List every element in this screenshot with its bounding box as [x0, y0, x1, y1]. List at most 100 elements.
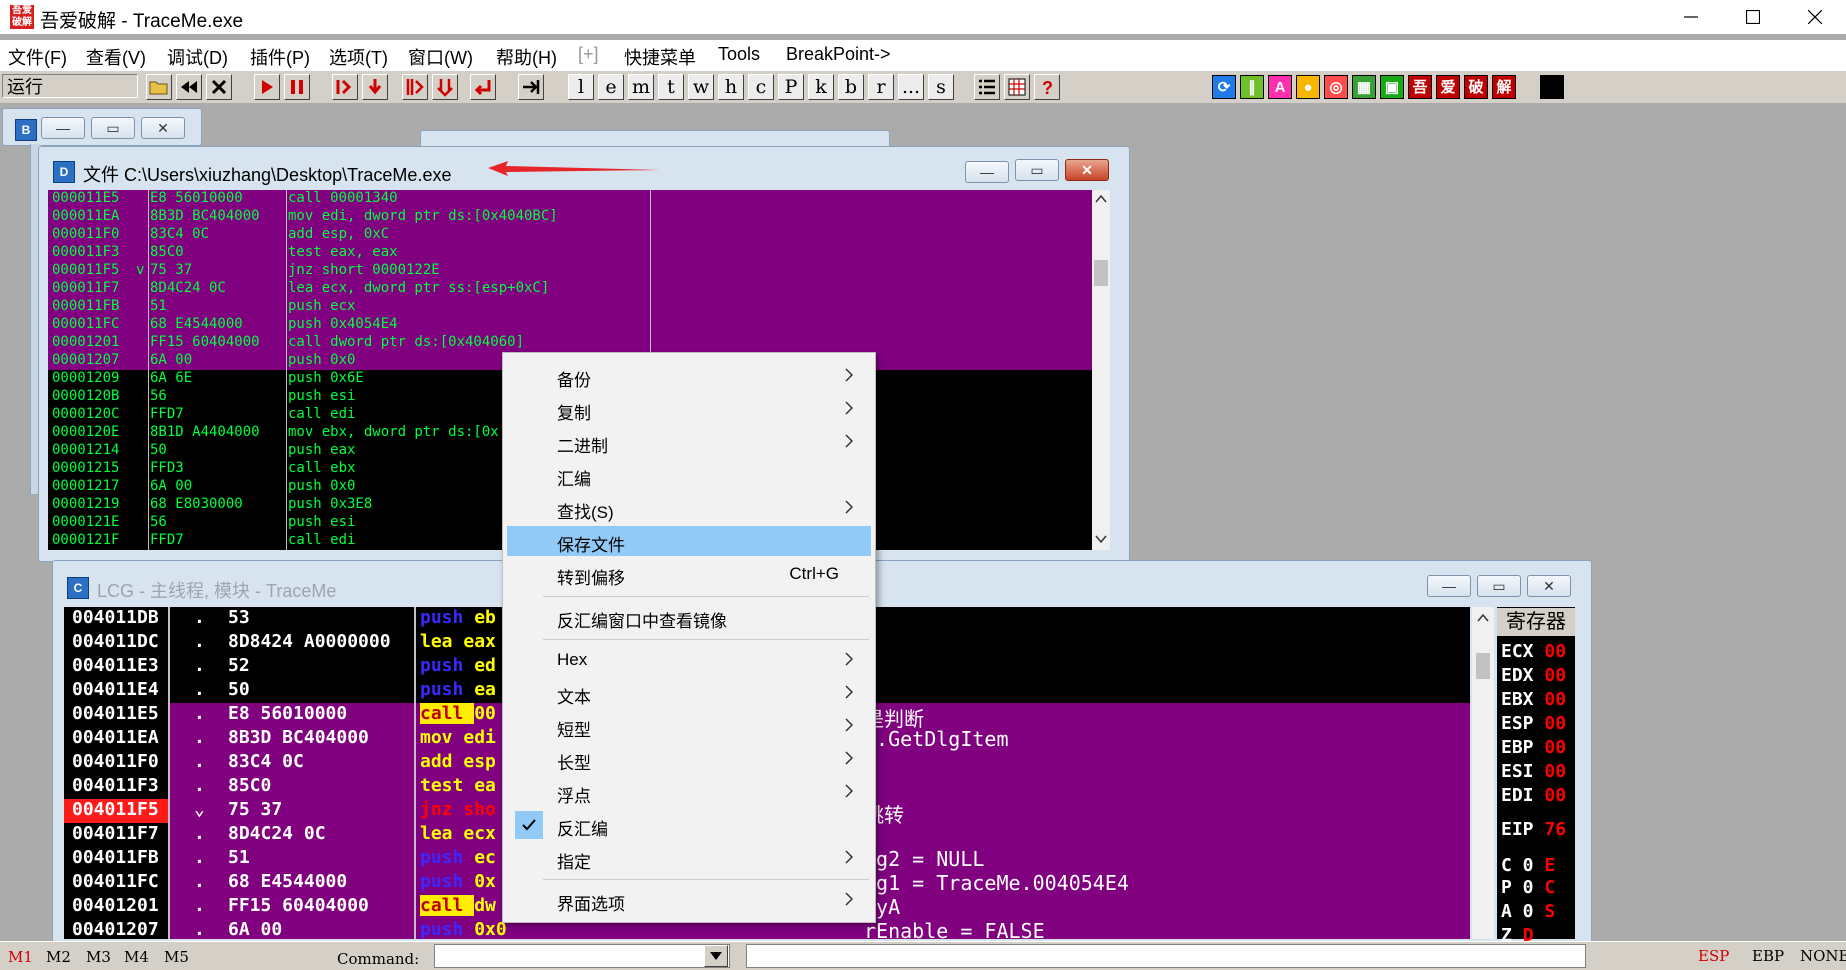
register-row[interactable]: A 0 S: [1501, 901, 1555, 922]
threads-window-button[interactable]: t: [658, 74, 684, 100]
step-over-button[interactable]: [362, 74, 388, 100]
context-menu-item[interactable]: 文本: [507, 678, 871, 708]
pause-plugin-icon[interactable]: ∥: [1240, 75, 1264, 99]
context-menu-item[interactable]: 浮点: [507, 777, 871, 807]
register-row[interactable]: EDI 00: [1501, 785, 1566, 806]
file-window-close[interactable]: ✕: [1065, 159, 1109, 181]
file-window-maximize[interactable]: ▭: [1015, 159, 1059, 181]
menu-file[interactable]: 文件(F): [8, 44, 67, 70]
cpu-window-maximize[interactable]: ▭: [1477, 575, 1521, 597]
pause-button[interactable]: [284, 74, 310, 100]
minimized-maximize-button[interactable]: ▭: [91, 117, 135, 139]
file-disasm-row[interactable]: 000011FB 51 push ecx: [48, 298, 1092, 316]
minimized-child-window[interactable]: B — ▭ ✕: [2, 108, 202, 146]
mark-tab-m1[interactable]: M1: [8, 948, 33, 966]
registers-panel[interactable]: ECX 00 EDX 00 EBX 00 ESP 00 EBP 00 ESI 00 EDI …: [1497, 607, 1575, 946]
menu-options[interactable]: 选项(T): [329, 44, 388, 70]
register-row[interactable]: EBX 00: [1501, 689, 1566, 710]
cpu-window-minimize[interactable]: —: [1427, 575, 1471, 597]
menu-help[interactable]: 帮助(H): [496, 44, 557, 70]
register-row[interactable]: C 0 E: [1501, 855, 1555, 876]
register-row[interactable]: ECX 00: [1501, 641, 1566, 662]
file-window-minimize[interactable]: —: [965, 161, 1009, 183]
status-none[interactable]: NONE: [1800, 947, 1846, 965]
plugin-ai-icon[interactable]: 爱: [1436, 75, 1460, 99]
context-menu-item[interactable]: 备份: [507, 361, 871, 391]
file-scroll-thumb[interactable]: [1094, 260, 1108, 286]
context-menu-item[interactable]: 查找(S): [507, 493, 871, 523]
cpu-window-close[interactable]: ✕: [1527, 575, 1571, 597]
status-ebp[interactable]: EBP: [1752, 947, 1784, 965]
command-input[interactable]: [434, 944, 730, 968]
file-disasm-row[interactable]: 00001201 FF15 60404000 call dword ptr ds:[…: [48, 334, 1092, 352]
context-menu-item[interactable]: 长型: [507, 744, 871, 774]
step-into-button[interactable]: [332, 74, 358, 100]
trace-into-button[interactable]: [402, 74, 428, 100]
scroll-down-icon[interactable]: [1095, 534, 1107, 544]
window-plugin-icon[interactable]: ▣: [1380, 75, 1404, 99]
minimize-button[interactable]: [1660, 0, 1722, 34]
minimized-restore-button[interactable]: —: [41, 117, 85, 139]
help-button[interactable]: ?: [1034, 74, 1060, 100]
status-esp[interactable]: ESP: [1698, 947, 1729, 965]
cpu-window-button[interactable]: c: [748, 74, 774, 100]
scroll-up-icon[interactable]: [1095, 194, 1107, 204]
call-stack-button[interactable]: k: [808, 74, 834, 100]
context-menu-item[interactable]: 二进制: [507, 427, 871, 457]
context-menu-item[interactable]: 反汇编窗口中查看镜像: [507, 602, 871, 632]
register-row[interactable]: P 0 C: [1501, 877, 1555, 898]
patches-window-button[interactable]: P: [778, 74, 804, 100]
file-disasm-row[interactable]: 000011E5 E8 56010000 call 00001340: [48, 190, 1092, 208]
goto-address-button[interactable]: [518, 74, 544, 100]
run-button[interactable]: [254, 74, 280, 100]
menu-shortcuts[interactable]: 快捷菜单: [624, 44, 696, 70]
context-menu-item[interactable]: 短型: [507, 711, 871, 741]
file-disasm-row[interactable]: 000011F0 83C4 0C add esp, 0xC: [48, 226, 1092, 244]
file-disasm-row[interactable]: 000011FC 68 E4544000 push 0x4054E4: [48, 316, 1092, 334]
register-row[interactable]: EDX 00: [1501, 665, 1566, 686]
menu-plus[interactable]: [+]: [578, 44, 599, 65]
menu-plugins[interactable]: 插件(P): [250, 44, 310, 70]
context-menu-item[interactable]: 复制: [507, 394, 871, 424]
mark-tab-m5[interactable]: M5: [164, 948, 189, 966]
register-row[interactable]: ESP 00: [1501, 713, 1566, 734]
open-button[interactable]: [146, 74, 172, 100]
context-menu-item[interactable]: Hex: [507, 645, 871, 675]
close-button[interactable]: [1784, 0, 1846, 34]
target-plugin-icon[interactable]: ◎: [1324, 75, 1348, 99]
file-disasm-row[interactable]: 000011F3 85C0 test eax, eax: [48, 244, 1092, 262]
a-plugin-icon[interactable]: A: [1268, 75, 1292, 99]
context-menu-item[interactable]: 指定: [507, 843, 871, 873]
appearance-button[interactable]: [974, 74, 1000, 100]
options-button[interactable]: [1004, 74, 1030, 100]
run-trace-button[interactable]: ...: [898, 74, 924, 100]
handles-window-button[interactable]: h: [718, 74, 744, 100]
menu-view[interactable]: 查看(V): [86, 44, 146, 70]
grid-plugin-icon[interactable]: ▦: [1352, 75, 1376, 99]
cpu-window-scrollbar[interactable]: [1472, 607, 1494, 939]
plugin-jie-icon[interactable]: 解: [1492, 75, 1516, 99]
context-menu-item[interactable]: 汇编: [507, 460, 871, 490]
register-row[interactable]: ESI 00: [1501, 761, 1566, 782]
execute-till-return-button[interactable]: [470, 74, 496, 100]
menu-window[interactable]: 窗口(W): [408, 44, 473, 70]
mark-tab-m2[interactable]: M2: [46, 948, 71, 966]
file-disasm-row[interactable]: 000011EA 8B3D BC404000 mov edi, dword ptr …: [48, 208, 1092, 226]
refresh-plugin-icon[interactable]: ⟳: [1212, 75, 1236, 99]
file-window-scrollbar[interactable]: [1092, 190, 1110, 550]
register-row[interactable]: EIP 76: [1501, 819, 1566, 840]
windows-window-button[interactable]: w: [688, 74, 714, 100]
minimized-close-button[interactable]: ✕: [141, 117, 185, 139]
references-window-button[interactable]: r: [868, 74, 894, 100]
command-dropdown-button[interactable]: [704, 945, 728, 967]
menu-breakpoint[interactable]: BreakPoint->: [786, 44, 891, 65]
memory-window-button[interactable]: m: [628, 74, 654, 100]
close-process-button[interactable]: [206, 74, 232, 100]
mark-tab-m4[interactable]: M4: [124, 948, 149, 966]
black-plugin-icon[interactable]: [1540, 75, 1564, 99]
source-window-button[interactable]: s: [928, 74, 954, 100]
file-disasm-row[interactable]: 000011F5 75 37 v jnz short 0000122E: [48, 262, 1092, 280]
context-menu-item[interactable]: 反汇编: [507, 810, 871, 840]
trace-over-button[interactable]: [432, 74, 458, 100]
log-window-button[interactable]: l: [568, 74, 594, 100]
